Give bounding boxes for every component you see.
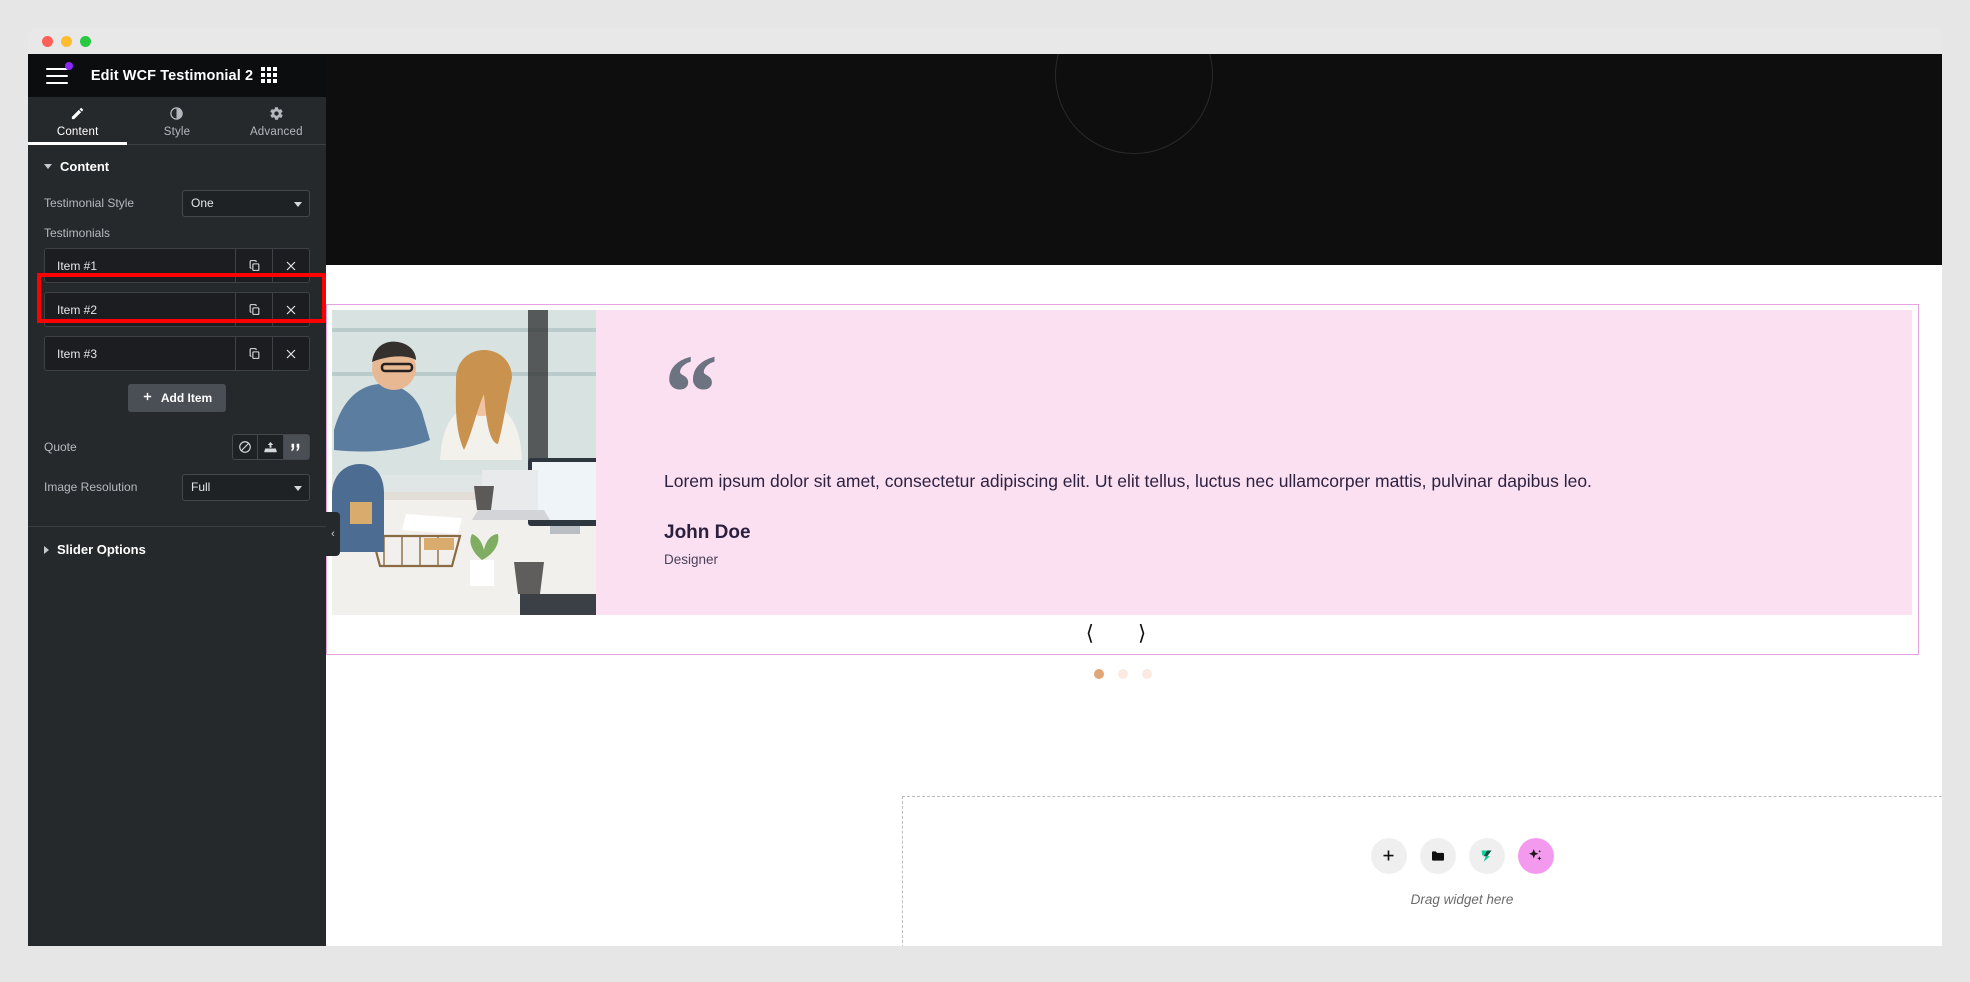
panel-tabs: Content Style Advanced — [28, 97, 326, 145]
add-item-button[interactable]: Add Item — [127, 384, 227, 412]
panel-collapse-handle[interactable]: ‹ — [326, 512, 340, 556]
tab-content-label: Content — [56, 125, 99, 138]
testimonial-style-select[interactable]: One — [182, 189, 310, 217]
dropzone-caption: Drag widget here — [1410, 891, 1514, 907]
slider-pagination-dots — [326, 669, 1919, 679]
section-header-slider-options-label: Slider Options — [57, 542, 146, 557]
canvas-dark-hero-section — [326, 54, 1942, 265]
control-testimonial-style: Testimonial Style One — [28, 186, 326, 220]
close-icon[interactable] — [272, 337, 309, 370]
testimonial-author-name[interactable]: John Doe — [664, 522, 1852, 544]
control-image-resolution: Image Resolution Full — [28, 470, 326, 504]
testimonials-repeater: Item #1 Item #2 Item #3 — [28, 248, 326, 371]
testimonial-slide: “ Lorem ipsum dolor sit amet, consectetu… — [332, 310, 1912, 615]
quote-mark-icon[interactable] — [284, 434, 310, 460]
close-icon[interactable] — [272, 293, 309, 326]
elementor-container-icon[interactable] — [1468, 837, 1505, 874]
repeater-item-title[interactable]: Item #3 — [45, 337, 235, 370]
chevron-down-icon — [294, 201, 302, 207]
dropzone-buttons — [1370, 837, 1554, 874]
list-item: Item #3 — [44, 336, 310, 371]
testimonial-widget[interactable]: “ Lorem ipsum dolor sit amet, consectetu… — [326, 304, 1919, 679]
image-resolution-label: Image Resolution — [44, 480, 138, 494]
pagination-dot[interactable] — [1117, 669, 1128, 679]
testimonial-style-value: One — [191, 196, 214, 210]
none-circle-slash-icon[interactable] — [232, 434, 258, 460]
window-close-button[interactable] — [42, 35, 53, 47]
plus-icon — [142, 391, 153, 405]
caret-down-icon — [44, 164, 52, 169]
control-quote: Quote — [28, 430, 326, 464]
copy-icon[interactable] — [235, 293, 272, 326]
list-item: Item #1 — [44, 248, 310, 283]
gear-icon — [269, 106, 284, 121]
window-body: Edit WCF Testimonial 2 Content Style Adv… — [28, 54, 1942, 946]
close-icon[interactable] — [272, 249, 309, 282]
caret-right-icon — [44, 545, 49, 554]
section-header-content-label: Content — [60, 159, 110, 174]
editor-panel: Edit WCF Testimonial 2 Content Style Adv… — [28, 54, 326, 946]
pencil-icon — [70, 106, 85, 121]
ai-sparkle-icon[interactable] — [1517, 837, 1554, 874]
repeater-item-title[interactable]: Item #2 — [45, 293, 235, 326]
tab-content[interactable]: Content — [28, 97, 128, 145]
editor-canvas: “ Lorem ipsum dolor sit amet, consectetu… — [326, 54, 1942, 946]
window-titlebar — [28, 28, 1942, 54]
testimonial-body: “ Lorem ipsum dolor sit amet, consectetu… — [596, 310, 1912, 615]
plus-icon[interactable] — [1370, 837, 1407, 874]
image-resolution-value: Full — [191, 480, 211, 494]
testimonial-style-label: Testimonial Style — [44, 196, 135, 210]
quote-glyph-icon: “ — [664, 334, 718, 453]
add-item-label: Add Item — [160, 391, 213, 405]
repeater-item-title[interactable]: Item #1 — [45, 249, 235, 282]
testimonial-author-role[interactable]: Designer — [664, 552, 1852, 567]
tab-advanced[interactable]: Advanced — [227, 97, 326, 144]
quote-choice-group — [232, 434, 310, 460]
app-root: Edit WCF Testimonial 2 Content Style Adv… — [0, 0, 1970, 982]
chevron-right-icon[interactable]: ⟩ — [1138, 622, 1146, 644]
add-item-row: Add Item — [28, 380, 326, 430]
testimonial-text[interactable]: Lorem ipsum dolor sit amet, consectetur … — [664, 468, 1852, 494]
folder-icon[interactable] — [1419, 837, 1456, 874]
section-header-content[interactable]: Content — [28, 145, 326, 186]
window-maximize-button[interactable] — [80, 35, 91, 47]
panel-header: Edit WCF Testimonial 2 — [28, 54, 326, 97]
tab-style[interactable]: Style — [127, 97, 226, 144]
copy-icon[interactable] — [235, 249, 272, 282]
widget-dropzone[interactable]: Drag widget here — [902, 796, 1942, 946]
copy-icon[interactable] — [235, 337, 272, 370]
list-item: Item #2 — [44, 292, 310, 327]
grid-apps-icon[interactable] — [261, 67, 278, 84]
image-resolution-select[interactable]: Full — [182, 473, 310, 501]
testimonial-image — [332, 310, 596, 615]
chevron-down-icon — [294, 485, 302, 491]
tab-advanced-label: Advanced — [249, 125, 303, 138]
image-upload-icon[interactable] — [258, 434, 284, 460]
slider-navigation: ⟨ ⟩ — [326, 616, 1906, 650]
page-title: Edit WCF Testimonial 2 — [90, 67, 254, 84]
pagination-dot[interactable] — [1093, 669, 1104, 679]
chevron-left-icon[interactable]: ⟨ — [1086, 622, 1094, 644]
tab-style-label: Style — [163, 125, 191, 138]
window-minimize-button[interactable] — [61, 35, 72, 47]
testimonials-label: Testimonials — [44, 226, 111, 240]
section-header-slider-options[interactable]: Slider Options — [28, 527, 326, 572]
pagination-dot[interactable] — [1141, 669, 1152, 679]
quote-label: Quote — [44, 440, 77, 454]
contrast-half-circle-icon — [169, 106, 184, 121]
